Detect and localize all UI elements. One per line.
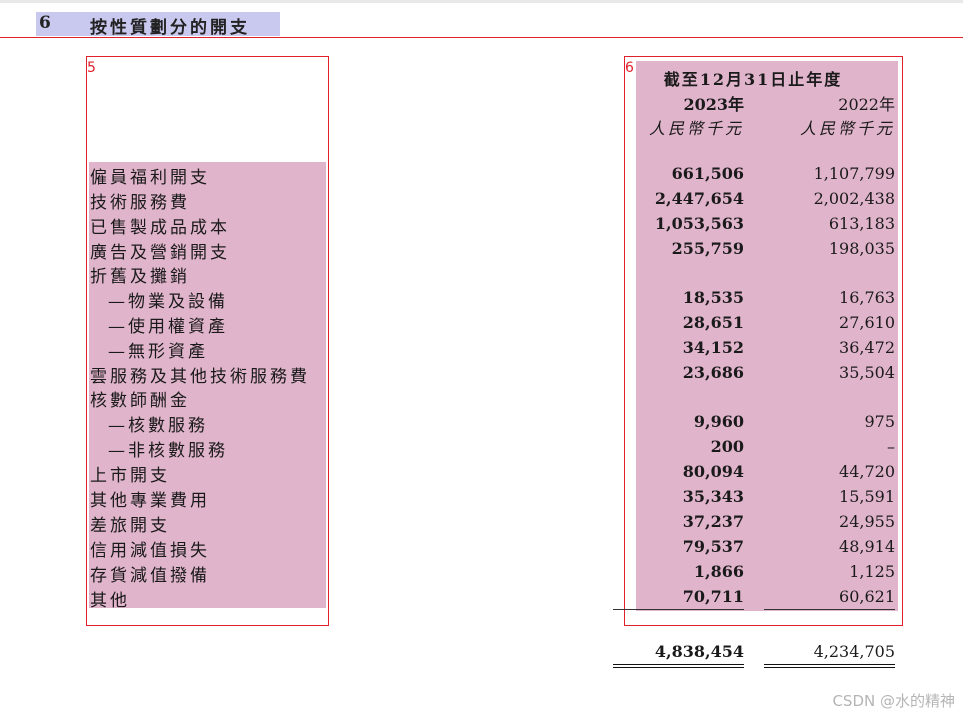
value-2022: 35,504: [839, 363, 895, 382]
value-2022: 48,914: [839, 537, 895, 556]
row-label: 其他專業費用: [90, 491, 210, 511]
value-2023: 18,535: [682, 288, 744, 307]
value-2022: 60,621: [839, 587, 895, 606]
value-2022: 15,591: [839, 487, 895, 506]
value-2023: 35,343: [682, 487, 744, 506]
value-2022: 613,183: [828, 214, 895, 233]
value-2022: 36,472: [839, 338, 895, 357]
value-2022: 44,720: [839, 462, 895, 481]
year-2023-header: 2023年: [683, 95, 744, 114]
table-row: 僱員福利開支 661,506 1,107,799: [0, 162, 963, 188]
value-2023: 34,152: [682, 338, 744, 357]
year-2022-header: 2022年: [838, 95, 895, 114]
value-2023: 255,759: [671, 239, 744, 258]
table-row: 信用減值損失 79,537 48,914: [0, 535, 963, 561]
value-2023: 28,651: [682, 313, 744, 332]
table-row: 上市開支 80,094 44,720: [0, 460, 963, 486]
total-double-rule-2022: [764, 667, 895, 668]
row-label: —無形資產: [108, 342, 208, 362]
table-row: 存貨減值撥備 1,866 1,125: [0, 560, 963, 586]
value-2023: 37,237: [682, 512, 744, 531]
row-label: 存貨減值撥備: [90, 566, 210, 586]
table-row: —核數服務 9,960 975: [0, 410, 963, 436]
value-box-index: 6: [625, 60, 634, 76]
table-row: 其他專業費用 35,343 15,591: [0, 485, 963, 511]
table-row: 廣告及營銷開支 255,759 198,035: [0, 237, 963, 263]
subtotal-rule-2022: [764, 609, 895, 610]
value-2023: 1,053,563: [654, 214, 744, 233]
row-label: 上市開支: [90, 466, 170, 486]
row-label: 僱員福利開支: [90, 168, 210, 188]
row-label: —核數服務: [108, 416, 208, 436]
value-2022: 24,955: [839, 512, 895, 531]
value-2022: –: [887, 437, 895, 456]
label-box-index: 5: [87, 60, 96, 76]
row-label: 已售製成品成本: [90, 218, 230, 238]
section-title: 按性質劃分的開支: [90, 18, 250, 38]
value-2023: 70,711: [682, 587, 744, 606]
table-row: —無形資產 34,152 36,472: [0, 336, 963, 362]
table-row: 核數師酬金: [0, 385, 963, 411]
total-double-rule-2022: [764, 664, 895, 665]
value-2022: 198,035: [828, 239, 895, 258]
table-row: 差旅開支 37,237 24,955: [0, 510, 963, 536]
row-label: 技術服務費: [90, 193, 190, 213]
value-2023: 9,960: [693, 412, 744, 431]
total-double-rule-2023: [613, 667, 744, 668]
table-row: —物業及設備 18,535 16,763: [0, 286, 963, 312]
row-label: 折舊及攤銷: [90, 267, 190, 287]
table-row: —非核數服務 200 –: [0, 435, 963, 461]
value-2022: 2,002,438: [813, 189, 895, 208]
value-2023: 79,537: [682, 537, 744, 556]
table-row: 技術服務費 2,447,654 2,002,438: [0, 187, 963, 213]
value-2023: 1,866: [693, 562, 744, 581]
period-header: 截至12月31日止年度: [663, 70, 843, 89]
row-label: 雲服務及其他技術服務費: [90, 367, 310, 387]
unit-2023-header: 人民幣千元: [648, 119, 744, 138]
table-row: —使用權資產 28,651 27,610: [0, 311, 963, 337]
value-2023: 661,506: [671, 164, 744, 183]
value-2022: 16,763: [839, 288, 895, 307]
value-2023: 80,094: [682, 462, 744, 481]
table-row: 折舊及攤銷: [0, 261, 963, 287]
watermark: CSDN @水的精神: [832, 692, 955, 710]
row-label: 差旅開支: [90, 516, 170, 536]
total-2023: 4,838,454: [654, 642, 744, 661]
row-label: 廣告及營銷開支: [90, 243, 230, 263]
table-row: 其他 70,711 60,621: [0, 585, 963, 611]
value-2023: 23,686: [682, 363, 744, 382]
section-number: 6: [39, 13, 51, 33]
total-row: 4,838,454 4,234,705: [0, 640, 963, 664]
table-row: 已售製成品成本 1,053,563 613,183: [0, 212, 963, 238]
row-label: —物業及設備: [108, 292, 228, 312]
total-2022: 4,234,705: [813, 642, 895, 661]
row-label: 信用減值損失: [90, 541, 210, 561]
total-double-rule-2023: [613, 664, 744, 665]
row-label: —使用權資產: [108, 317, 228, 337]
unit-2022-header: 人民幣千元: [799, 119, 895, 138]
value-2022: 975: [864, 412, 895, 431]
table-row: 雲服務及其他技術服務費 23,686 35,504: [0, 361, 963, 387]
value-2023: 200: [710, 437, 744, 456]
value-2022: 1,107,799: [813, 164, 895, 183]
value-2023: 2,447,654: [654, 189, 744, 208]
row-label: —非核數服務: [108, 441, 228, 461]
top-border: [0, 0, 963, 3]
row-label: 核數師酬金: [90, 391, 190, 411]
row-label: 其他: [90, 591, 130, 611]
subtotal-rule-2023: [613, 609, 744, 610]
value-2022: 1,125: [849, 562, 895, 581]
value-2022: 27,610: [839, 313, 895, 332]
section-title-rule: [0, 37, 963, 38]
